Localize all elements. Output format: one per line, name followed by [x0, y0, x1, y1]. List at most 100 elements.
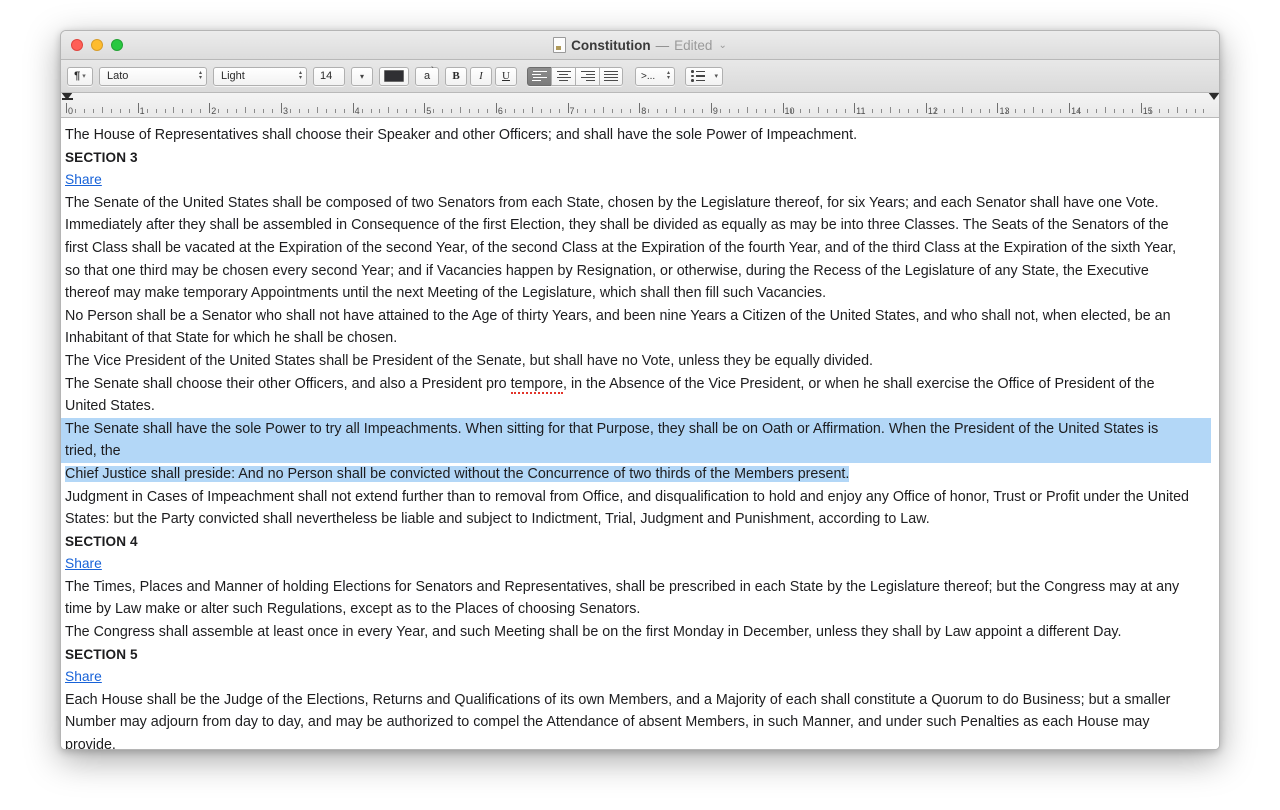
document-scroll-area[interactable]: The House of Representatives shall choos… [61, 118, 1219, 749]
ruler-unit-label: 4 [354, 106, 360, 116]
left-indent-marker[interactable] [61, 93, 73, 100]
ruler-tick-major [1140, 103, 1142, 113]
zoom-button[interactable] [111, 39, 123, 51]
paragraph-style-button[interactable]: ¶ ▾ [67, 66, 93, 86]
share-link-row: Share [65, 666, 1191, 689]
ruler-tick-major [782, 103, 784, 113]
ruler-tick-minor [146, 109, 148, 113]
ruler-unit-label: 5 [426, 106, 432, 116]
accent-character-button[interactable]: a [415, 66, 439, 86]
ruler-tick-minor [370, 109, 372, 113]
ruler-tick-major [66, 103, 67, 113]
ruler-tick-minor [549, 109, 551, 113]
paragraph[interactable]: The Senate of the United States shall be… [65, 192, 1191, 215]
ruler-tick-minor [164, 109, 166, 113]
paragraph[interactable]: The Congress shall assemble at least onc… [65, 621, 1191, 644]
ruler-tick-minor [486, 109, 488, 113]
ruler-unit-label: 2 [211, 106, 217, 116]
ruler-tick-minor [809, 109, 811, 113]
ruler-tick-minor [397, 109, 399, 113]
ruler-tick-minor [558, 109, 560, 113]
share-link-row: Share [65, 553, 1191, 576]
italic-button[interactable]: I [470, 66, 492, 86]
ruler-tick-minor [325, 109, 327, 113]
ruler-tick-minor [101, 107, 103, 113]
ruler-tick-minor [1015, 109, 1017, 113]
align-right-button[interactable] [575, 66, 599, 86]
ruler-tick-minor [1113, 109, 1115, 113]
text-color-button[interactable] [379, 66, 409, 86]
ruler-unit-label: 14 [1071, 106, 1082, 116]
paragraph[interactable]: Immediately after they shall be assemble… [65, 214, 1191, 304]
paragraph[interactable]: The Times, Places and Manner of holding … [65, 576, 1191, 621]
window-titlebar[interactable]: Constitution — Edited ⌄ [61, 31, 1219, 60]
ruler-tick-major [424, 103, 426, 113]
ruler-tick-minor [612, 109, 614, 113]
window-controls [71, 39, 123, 51]
list-style-select[interactable]: ▾ [685, 66, 723, 86]
ruler-track: 0 1 2 3 4 5 6 7 8 9 10 11 12 13 14 15 [66, 93, 1214, 117]
share-link[interactable]: Share [65, 553, 102, 576]
document-ruler[interactable]: 0 1 2 3 4 5 6 7 8 9 10 11 12 13 14 15 [61, 93, 1219, 118]
ruler-tick-minor [746, 107, 748, 113]
font-family-select[interactable]: Lato ▴ ▾ [99, 66, 207, 86]
ruler-tick-minor [522, 109, 524, 113]
paragraph[interactable]: The House of Representatives shall choos… [65, 124, 1191, 147]
underline-button[interactable]: U [495, 66, 517, 86]
minimize-button[interactable] [91, 39, 103, 51]
selected-paragraph[interactable]: The Senate shall have the sole Power to … [61, 417, 1211, 486]
ruler-tick-minor [379, 109, 381, 113]
ruler-tick-major [854, 103, 856, 113]
ruler-tick-minor [1185, 109, 1187, 113]
align-justify-button[interactable] [599, 66, 623, 86]
misspelled-word[interactable]: tempore [510, 375, 564, 394]
ruler-tick-minor [504, 109, 506, 113]
paragraph[interactable]: The Vice President of the United States … [65, 350, 1191, 373]
ruler-tick-minor [648, 109, 650, 113]
paragraph[interactable]: Each House shall be the Judge of the Ele… [65, 689, 1191, 749]
ruler-tick-minor [988, 109, 990, 113]
share-link[interactable]: Share [65, 666, 102, 689]
ruler-tick-minor [298, 109, 300, 113]
ruler-tick-major [639, 103, 641, 113]
ruler-tick-minor [155, 109, 157, 113]
ruler-tick-minor [818, 107, 820, 113]
right-indent-marker[interactable] [1208, 93, 1219, 100]
chevron-down-icon: ▾ [714, 73, 718, 80]
ruler-tick-minor [1167, 109, 1169, 113]
section-heading: SECTION 3 [65, 149, 138, 165]
ruler-tick-minor [603, 107, 605, 113]
ruler-tick-minor [827, 109, 829, 113]
ruler-tick-minor [881, 109, 883, 113]
bold-button[interactable]: B [445, 66, 467, 86]
ruler-tick-minor [361, 109, 363, 113]
ruler-tick-minor [128, 109, 130, 113]
paragraph[interactable]: No Person shall be a Senator who shall n… [65, 305, 1191, 350]
ruler-tick-minor [791, 109, 793, 113]
ruler-tick-minor [1158, 109, 1160, 113]
ruler-tick-minor [388, 107, 390, 113]
align-left-button[interactable] [527, 66, 551, 86]
ruler-tick-minor [334, 109, 336, 113]
document-page[interactable]: The House of Representatives shall choos… [61, 124, 1211, 749]
ruler-unit-label: 13 [999, 106, 1010, 116]
ruler-tick-minor [451, 109, 453, 113]
share-link-row: Share [65, 169, 1191, 192]
font-size-dropdown-button[interactable]: ▾ [351, 66, 373, 86]
paragraph[interactable]: The Senate shall choose their other Offi… [65, 373, 1191, 418]
ruler-tick-minor [773, 109, 775, 113]
ruler-tick-minor [1131, 109, 1133, 113]
chevron-down-icon[interactable]: ⌄ [718, 40, 726, 51]
ruler-unit-label: 1 [139, 106, 145, 116]
ruler-tick-minor [666, 109, 668, 113]
paragraph[interactable]: Judgment in Cases of Impeachment shall n… [65, 486, 1191, 531]
font-style-select[interactable]: Light ▴ ▾ [213, 66, 307, 86]
font-size-input[interactable]: 14 [313, 66, 345, 86]
ruler-tick-major [209, 103, 211, 113]
align-center-button[interactable] [551, 66, 575, 86]
ruler-unit-label: 10 [784, 106, 795, 116]
close-button[interactable] [71, 39, 83, 51]
ruler-tick-minor [800, 109, 802, 113]
share-link[interactable]: Share [65, 169, 102, 192]
line-spacing-select[interactable]: >... ▴ ▾ [635, 66, 675, 86]
